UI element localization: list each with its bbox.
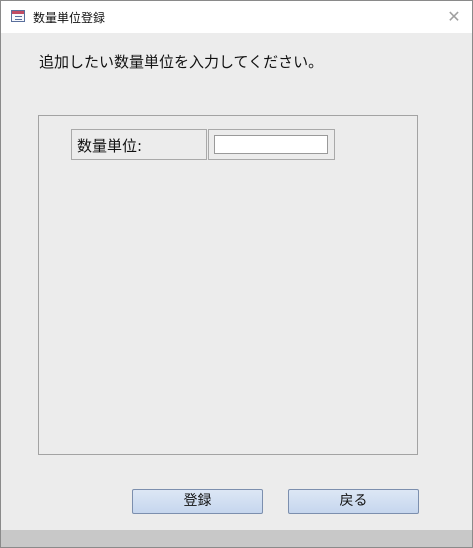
unit-input-cell [208, 129, 335, 160]
unit-label-cell: 数量単位: [71, 129, 207, 160]
form-icon [11, 10, 25, 22]
form-panel: 数量単位: [38, 115, 418, 455]
close-icon[interactable]: ✕ [442, 5, 466, 29]
unit-label: 数量単位: [77, 137, 143, 155]
status-bar [1, 530, 472, 547]
dialog-window: 数量単位登録 ✕ 追加したい数量単位を入力してください。 数量単位: 登録 戻る [0, 0, 473, 548]
register-button[interactable]: 登録 [132, 489, 263, 514]
window-title: 数量単位登録 [33, 11, 106, 25]
unit-input[interactable] [214, 135, 328, 154]
back-button[interactable]: 戻る [288, 489, 419, 514]
instruction-text: 追加したい数量単位を入力してください。 [39, 53, 324, 71]
title-bar[interactable]: 数量単位登録 ✕ [1, 1, 472, 33]
